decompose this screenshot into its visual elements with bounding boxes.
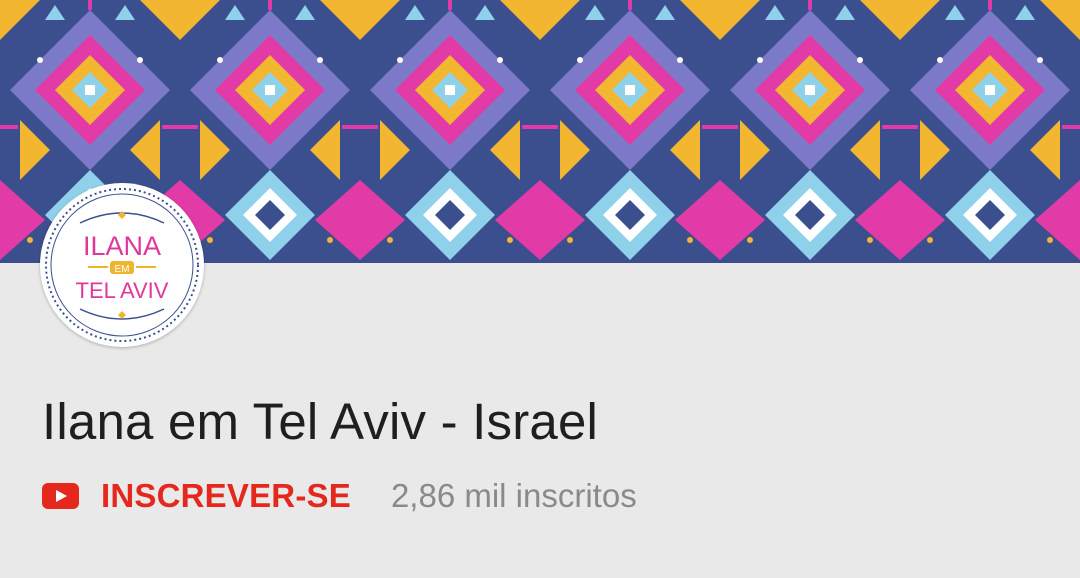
channel-title: Ilana em Tel Aviv - Israel — [42, 393, 599, 450]
subscribe-button[interactable]: INSCREVER-SE — [42, 477, 351, 515]
svg-text:TEL AVIV: TEL AVIV — [76, 278, 169, 303]
channel-page: ILANA EM TEL AVIV Ilana em Tel Aviv - Is… — [0, 0, 1080, 578]
svg-text:EM: EM — [115, 264, 130, 275]
channel-avatar[interactable]: ILANA EM TEL AVIV — [40, 183, 204, 347]
svg-text:ILANA: ILANA — [83, 231, 161, 261]
channel-logo-icon: ILANA EM TEL AVIV — [42, 185, 202, 345]
subscribe-row: INSCREVER-SE 2,86 mil inscritos — [42, 472, 637, 520]
subscriber-count: 2,86 mil inscritos — [390, 477, 637, 514]
subscribe-label: INSCREVER-SE — [101, 477, 351, 514]
youtube-play-icon — [42, 483, 79, 509]
